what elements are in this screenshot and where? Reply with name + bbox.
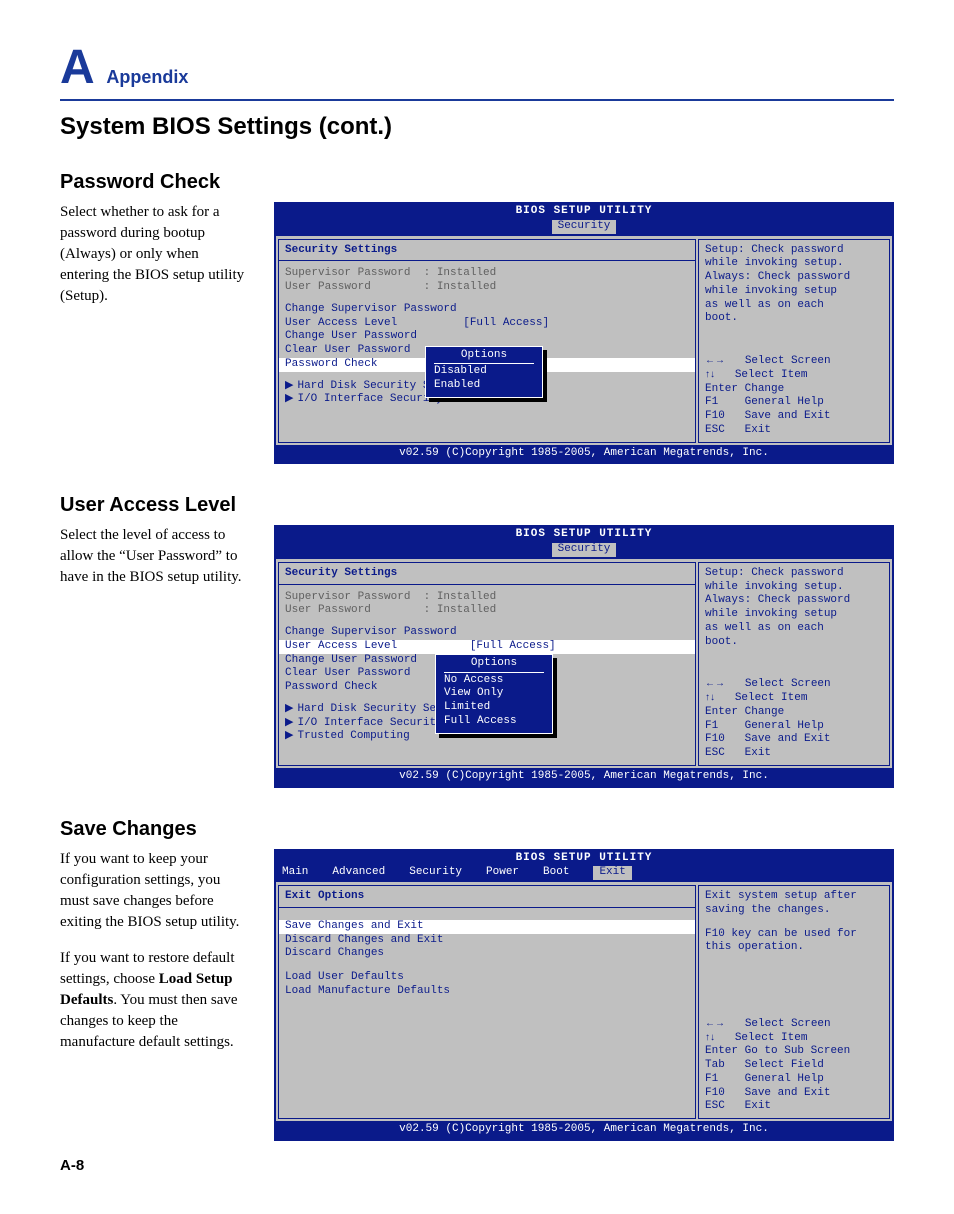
options-popup: Options Disabled Enabled [425, 346, 543, 398]
change-user-password[interactable]: Change User Password [285, 330, 689, 344]
bios-left-panel: Security Settings Supervisor Password : … [278, 239, 696, 443]
change-supervisor-password[interactable]: Change Supervisor Password [285, 626, 689, 640]
bios-help-panel: Setup: Check password while invoking set… [698, 239, 890, 443]
triangle-icon: ▶ [285, 730, 293, 742]
help-line: Setup: Check password [705, 244, 883, 258]
appendix-letter: A [60, 41, 95, 94]
user-access-level-line[interactable]: User Access Level [Full Access] [285, 317, 689, 331]
discard-changes-and-exit[interactable]: Discard Changes and Exit [285, 934, 689, 948]
panel-title: Security Settings [279, 244, 695, 262]
help-line: while invoking setup [705, 285, 883, 299]
section-heading-save-changes: Save Changes [60, 818, 894, 841]
page-number: A-8 [60, 1157, 894, 1174]
panel-title: Security Settings [279, 567, 695, 585]
help-line: while invoking setup. [705, 581, 883, 595]
bios-screenshot-save-changes: BIOS SETUP UTILITY Main Advanced Securit… [274, 849, 894, 1141]
help-line: as well as on each [705, 622, 883, 636]
option-enabled[interactable]: Enabled [434, 379, 534, 393]
section-heading-password-check: Password Check [60, 171, 894, 194]
option-full-access[interactable]: Full Access [444, 715, 544, 729]
page-title: System BIOS Settings (cont.) [60, 113, 894, 141]
user-access-level-description: Select the level of access to allow the … [60, 525, 250, 588]
bios-footer: v02.59 (C)Copyright 1985-2005, American … [276, 768, 892, 786]
bios-title: BIOS SETUP UTILITY [276, 527, 892, 543]
bios-tab-bar: Security [276, 543, 892, 559]
help-line: F10 key can be used for [705, 928, 883, 942]
help-line: while invoking setup. [705, 257, 883, 271]
bios-title: BIOS SETUP UTILITY [276, 204, 892, 220]
key-legend: ←→ Select Screen ↑↓ Select Item Enter Go… [705, 1018, 883, 1114]
tab-security[interactable]: Security [552, 220, 617, 234]
option-view-only[interactable]: View Only [444, 687, 544, 701]
help-line: Exit system setup after [705, 890, 883, 904]
supervisor-password-line: Supervisor Password : Installed [285, 591, 689, 605]
help-line: saving the changes. [705, 904, 883, 918]
bios-help-panel: Exit system setup after saving the chang… [698, 885, 890, 1119]
option-no-access[interactable]: No Access [444, 674, 544, 688]
load-manufacture-defaults[interactable]: Load Manufacture Defaults [285, 985, 689, 999]
bios-tab-bar: Main Advanced Security Power Boot Exit [276, 866, 892, 882]
tab-main[interactable]: Main [282, 866, 308, 880]
appendix-header: A Appendix [60, 40, 894, 101]
help-line: while invoking setup [705, 608, 883, 622]
user-password-line: User Password : Installed [285, 604, 689, 618]
section-heading-user-access-level: User Access Level [60, 494, 894, 517]
triangle-icon: ▶ [285, 717, 293, 729]
tab-boot[interactable]: Boot [543, 866, 569, 880]
bios-tab-bar: Security [276, 220, 892, 236]
help-line: as well as on each [705, 299, 883, 313]
triangle-icon: ▶ [285, 703, 293, 715]
supervisor-password-line: Supervisor Password : Installed [285, 267, 689, 281]
bios-screenshot-user-access-level: BIOS SETUP UTILITY Security Security Set… [274, 525, 894, 787]
key-legend: ←→ Select Screen ↑↓ Select Item Enter Ch… [705, 355, 883, 438]
option-disabled[interactable]: Disabled [434, 365, 534, 379]
password-check-description: Select whether to ask for a password dur… [60, 202, 250, 307]
options-popup: Options No Access View Only Limited Full… [435, 654, 553, 734]
help-line: this operation. [705, 941, 883, 955]
help-line: Always: Check password [705, 271, 883, 285]
save-desc-p2: If you want to restore default settings,… [60, 948, 250, 1053]
bios-help-panel: Setup: Check password while invoking set… [698, 562, 890, 766]
key-legend: ←→ Select Screen ↑↓ Select Item Enter Ch… [705, 678, 883, 761]
help-line: Setup: Check password [705, 567, 883, 581]
help-line: boot. [705, 636, 883, 650]
bios-left-panel: Exit Options Save Changes and Exit Disca… [278, 885, 696, 1119]
user-access-level-selected[interactable]: User Access Level [Full Access] [279, 640, 695, 654]
panel-title: Exit Options [279, 890, 695, 908]
tab-advanced[interactable]: Advanced [332, 866, 385, 880]
triangle-icon: ▶ [285, 380, 293, 392]
appendix-word: Appendix [106, 67, 188, 87]
bios-screenshot-password-check: BIOS SETUP UTILITY Security Security Set… [274, 202, 894, 464]
save-changes-description: If you want to keep your configuration s… [60, 849, 250, 1068]
tab-exit[interactable]: Exit [593, 866, 631, 880]
tab-security[interactable]: Security [552, 543, 617, 557]
options-title: Options [444, 657, 544, 673]
bios-footer: v02.59 (C)Copyright 1985-2005, American … [276, 1121, 892, 1139]
help-line: boot. [705, 312, 883, 326]
bios-left-panel: Security Settings Supervisor Password : … [278, 562, 696, 766]
save-changes-and-exit[interactable]: Save Changes and Exit [279, 920, 695, 934]
triangle-icon: ▶ [285, 393, 293, 405]
discard-changes[interactable]: Discard Changes [285, 947, 689, 961]
bios-footer: v02.59 (C)Copyright 1985-2005, American … [276, 445, 892, 463]
bios-title: BIOS SETUP UTILITY [276, 851, 892, 867]
options-title: Options [434, 349, 534, 365]
help-line: Always: Check password [705, 594, 883, 608]
tab-power[interactable]: Power [486, 866, 519, 880]
user-password-line: User Password : Installed [285, 281, 689, 295]
load-user-defaults[interactable]: Load User Defaults [285, 971, 689, 985]
change-supervisor-password[interactable]: Change Supervisor Password [285, 303, 689, 317]
save-desc-p1: If you want to keep your configuration s… [60, 849, 250, 933]
tab-security[interactable]: Security [409, 866, 462, 880]
option-limited[interactable]: Limited [444, 701, 544, 715]
